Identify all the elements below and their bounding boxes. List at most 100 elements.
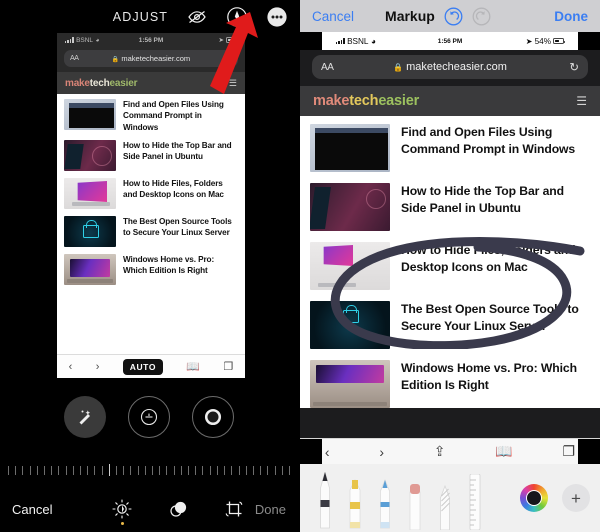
laptop-thumbnail <box>64 253 116 285</box>
url-text: 🔒 maketecheasier.com <box>64 54 238 63</box>
list-item[interactable]: How to Hide the Top Bar and Side Panel i… <box>310 183 590 231</box>
article-title: The Best Open Source Tools to Secure You… <box>123 216 232 238</box>
list-item[interactable]: How to Hide the Top Bar and Side Panel i… <box>64 139 238 171</box>
article-title: Windows Home vs. Pro: Which Edition Is R… <box>401 361 577 393</box>
lock-icon: 🔒 <box>111 57 120 63</box>
adjust-options-row <box>0 396 298 438</box>
site-header: maketecheasier ☰ <box>300 86 600 116</box>
list-item[interactable]: Find and Open Files Using Command Prompt… <box>310 124 590 172</box>
ios-status-bar: BSNL ◕ 1:56 PM ➤ 54% <box>322 32 578 50</box>
logo-part-2: tech <box>349 93 379 109</box>
adjust-title: ADJUST <box>112 9 168 24</box>
command-prompt-thumbnail <box>310 124 390 172</box>
url-text: 🔒 maketecheasier.com <box>312 61 588 73</box>
article-title: Find and Open Files Using Command Prompt… <box>123 100 224 132</box>
chevron-right-icon[interactable]: › <box>379 444 384 460</box>
add-tool-button[interactable]: + <box>562 484 590 512</box>
exposure-adjust[interactable] <box>128 396 170 438</box>
screenshot-stage: ADJUST BSNL ◕ 1:56 PM ➤ AA 🔒 maketecheas… <box>0 0 600 532</box>
lasso-tool[interactable] <box>430 468 460 530</box>
palette-right-controls: + <box>520 484 590 530</box>
safari-address-bar: AA 🔒 maketecheasier.com ↻ <box>300 50 600 86</box>
more-ellipsis-icon[interactable] <box>266 6 288 28</box>
hamburger-icon[interactable]: ☰ <box>576 94 587 108</box>
markup-tool-palette: + <box>300 464 600 532</box>
eye-slash-icon[interactable] <box>186 6 208 28</box>
url-value: maketecheasier.com <box>121 54 191 63</box>
battery-icon <box>553 38 565 44</box>
markup-canvas[interactable]: BSNL ◕ 1:56 PM ➤ 54% AA 🔒 maketecheasier… <box>300 32 600 464</box>
hamburger-icon[interactable]: ☰ <box>229 78 237 89</box>
chevron-right-icon[interactable]: › <box>96 361 100 373</box>
contrast-adjust[interactable] <box>192 396 234 438</box>
article-title: How to Hide the Top Bar and Side Panel i… <box>123 140 232 162</box>
list-item[interactable]: The Best Open Source Tools to Secure You… <box>64 215 238 247</box>
markup-done-button[interactable]: Done <box>554 9 588 24</box>
share-icon[interactable]: ⇪ <box>434 443 446 460</box>
site-logo[interactable]: maketecheasier <box>65 78 137 89</box>
padlock-thumbnail <box>310 301 390 349</box>
markup-pen-icon[interactable] <box>226 6 248 28</box>
article-title: How to Hide Files, Folders and Desktop I… <box>401 243 576 275</box>
markup-cancel-button[interactable]: Cancel <box>312 9 354 24</box>
auto-enhance-wand[interactable] <box>64 396 106 438</box>
book-icon[interactable]: 📖 <box>495 443 512 460</box>
filters-tool[interactable] <box>168 499 188 519</box>
command-prompt-thumbnail <box>64 99 116 130</box>
letterbox-right <box>578 439 600 464</box>
crop-tool[interactable] <box>224 499 244 519</box>
padlock-thumbnail <box>64 215 116 247</box>
ubuntu-desktop-thumbnail <box>310 183 390 231</box>
logo-part-2: tech <box>89 77 110 89</box>
macbook-thumbnail <box>64 177 116 209</box>
safari-bottom-bar: ‹ › AUTO 📖 ❐ <box>57 354 245 378</box>
logo-part-1: make <box>65 77 90 89</box>
logo-part-3: easier <box>109 77 138 89</box>
url-value: maketecheasier.com <box>406 61 507 73</box>
markup-title: Markup <box>385 8 435 24</box>
ios-status-bar: BSNL ◕ 1:56 PM ➤ <box>57 33 245 47</box>
chevron-left-icon[interactable]: ‹ <box>69 361 73 373</box>
article-title: Windows Home vs. Pro: Which Edition Is R… <box>123 254 215 276</box>
tabs-icon[interactable]: ❐ <box>563 443 576 460</box>
done-button[interactable]: Done <box>255 502 286 517</box>
status-time: 1:56 PM <box>138 36 164 44</box>
list-item[interactable]: Windows Home vs. Pro: Which Edition Is R… <box>310 360 590 408</box>
battery-icon <box>226 37 238 43</box>
highlighter-tool[interactable] <box>340 468 370 530</box>
article-list: Find and Open Files Using Command Prompt… <box>57 94 245 285</box>
list-item[interactable]: How to Hide Files, Folders and Desktop I… <box>64 177 238 209</box>
list-item[interactable]: Find and Open Files Using Command Prompt… <box>64 99 238 133</box>
status-time: 1:56 PM <box>437 37 463 45</box>
list-item[interactable]: Windows Home vs. Pro: Which Edition Is R… <box>64 253 238 285</box>
address-pill[interactable]: AA 🔒 maketecheasier.com ↻ <box>64 50 238 67</box>
marker-tool[interactable] <box>370 468 400 530</box>
safari-address-bar: AA 🔒 maketecheasier.com ↻ <box>57 47 245 72</box>
address-pill[interactable]: AA 🔒 maketecheasier.com ↻ <box>312 55 588 79</box>
logo-part-3: easier <box>378 93 420 109</box>
color-picker-wheel[interactable] <box>520 484 548 512</box>
site-logo[interactable]: maketecheasier <box>313 93 419 109</box>
pen-tool[interactable] <box>310 468 340 530</box>
chevron-left-icon[interactable]: ‹ <box>325 444 330 460</box>
safari-bottom-bar: ‹ › ⇪ 📖 ❐ <box>300 438 600 464</box>
laptop-thumbnail <box>310 360 390 408</box>
article-title: How to Hide the Top Bar and Side Panel i… <box>401 184 564 216</box>
photo-editor-panel: ADJUST BSNL ◕ 1:56 PM ➤ AA 🔒 maketecheas… <box>0 0 298 532</box>
markup-panel: Cancel Markup Done BSNL ◕ 1:56 PM ➤ 54% … <box>300 0 600 532</box>
cancel-button[interactable]: Cancel <box>12 502 52 517</box>
article-title: Find and Open Files Using Command Prompt… <box>401 125 576 157</box>
intensity-dial[interactable] <box>8 462 290 478</box>
list-item[interactable]: How to Hide Files, Folders and Desktop I… <box>310 242 590 290</box>
eraser-tool[interactable] <box>400 468 430 530</box>
undo-icon[interactable] <box>444 7 463 26</box>
book-icon[interactable]: 📖 <box>186 360 200 373</box>
active-indicator-dot <box>120 522 124 525</box>
list-item[interactable]: The Best Open Source Tools to Secure You… <box>310 301 590 349</box>
tabs-icon[interactable]: ❐ <box>223 360 233 373</box>
auto-badge: AUTO <box>122 358 164 375</box>
edited-photo: BSNL ◕ 1:56 PM ➤ AA 🔒 maketecheasier.com… <box>57 33 245 378</box>
redo-icon <box>472 7 491 26</box>
ruler-tool[interactable] <box>460 468 490 530</box>
adjust-tool[interactable] <box>112 499 133 525</box>
